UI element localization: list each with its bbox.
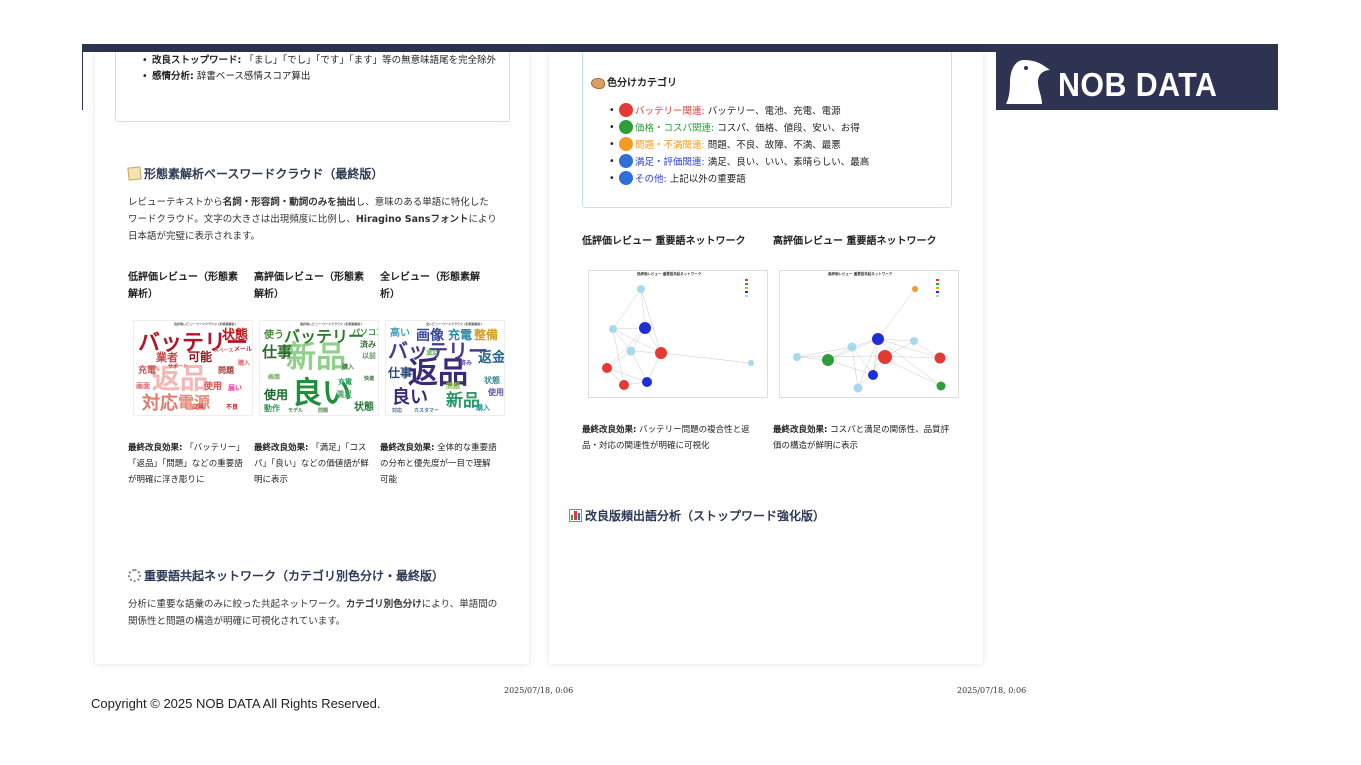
- network-description: 分析に重要な語彙のみに絞った共起ネットワーク。カテゴリ別色分けにより、単語間の関…: [128, 599, 498, 627]
- copyright: Copyright © 2025 NOB DATA All Rights Res…: [91, 696, 381, 711]
- stopword-item: 改良ストップワード: 「まし」「でし」「です」「ます」等の無意味語尾を完全除外: [142, 53, 502, 69]
- category-satisfaction: 満足・評価関連: 満足、良い、いい、素晴らしい、最高: [609, 154, 949, 171]
- blue-circle-icon: [619, 171, 633, 185]
- blue-circle-icon: [619, 154, 633, 168]
- network-icon: [128, 569, 141, 582]
- all-reviews-effect: 最終改良効果: 全体的な重要語の分布と優先度が一目で理解可能: [380, 443, 497, 485]
- low-rating-network-heading: 低評価レビュー 重要語ネットワーク: [582, 236, 746, 247]
- right-page-date: 2025/07/18, 0:06: [957, 686, 1027, 695]
- category-problem: 問題・不満関連: 問題、不良、故障、不満、最悪: [609, 137, 949, 154]
- document-page-left: 改良ストップワード: 「まし」「でし」「です」「ます」等の無意味語尾を完全除外 …: [95, 52, 529, 664]
- brand-logo: NOB DATA: [996, 44, 1278, 110]
- high-rating-network-heading: 高評価レビュー 重要語ネットワーク: [773, 236, 937, 247]
- low-rating-network-graph: 低評価レビュー 重要語共起ネットワーク: [588, 270, 768, 398]
- orange-circle-icon: [619, 137, 633, 151]
- green-circle-icon: [619, 120, 633, 134]
- header-divider: [82, 52, 83, 110]
- improvement-box: 改良ストップワード: 「まし」「でし」「です」「ます」等の無意味語尾を完全除外 …: [115, 52, 510, 122]
- high-rating-network-graph: 高評価レビュー 重要語共起ネットワーク: [779, 270, 959, 398]
- red-circle-icon: [619, 103, 633, 117]
- frequency-section-title: 改良版頻出語分析（ストップワード強化版）: [569, 507, 825, 524]
- all-reviews-wordcloud: 全レビュー ワードクラウド (形態素解析) バッテリー 返品 新品 画像 充電 …: [385, 320, 505, 416]
- category-other: その他: 上記以外の重要語: [609, 171, 949, 188]
- memo-icon: [127, 166, 142, 181]
- high-rating-network-effect: 最終改良効果: コスパと満足の関係性、品質評価の構造が鮮明に表示: [773, 425, 950, 451]
- low-rating-wordcloud: 低評価レビュー ワードクラウド (形態素解析) バッテリー 返品 対応 電源 状…: [133, 320, 253, 416]
- high-rating-wordcloud: 高評価レビュー ワードクラウド (形態素解析) 新品 良い バッテリー 仕事 使…: [259, 320, 379, 416]
- network-section-title: 重要語共起ネットワーク（カテゴリ別色分け・最終版）: [128, 567, 444, 584]
- network-caption: 低評価レビュー 重要語共起ネットワーク: [637, 272, 702, 276]
- bar-chart-icon: [569, 509, 582, 522]
- palette-icon: [591, 78, 605, 89]
- network-caption: 高評価レビュー 重要語共起ネットワーク: [828, 272, 893, 276]
- color-category-list: バッテリー関連: バッテリー、電池、充電、電源 価格・コスパ関連: コスパ、価格…: [609, 103, 949, 188]
- high-rating-effect: 最終改良効果: 「満足」「コスパ」「良い」などの価値語が鮮明に表示: [254, 443, 369, 485]
- low-rating-network-effect: 最終改良効果: バッテリー問題の複合性と返品・対応の関連性が明確に可視化: [582, 425, 750, 451]
- low-rating-cloud-heading: 低評価レビュー（形態素解析）: [128, 272, 238, 300]
- color-category-title: 色分けカテゴリ: [591, 75, 677, 92]
- all-reviews-cloud-heading: 全レビュー（形態素解析）: [380, 272, 480, 300]
- sentiment-item: 感情分析: 辞書ベース感情スコア算出: [142, 69, 502, 85]
- low-rating-effect: 最終改良効果: 「バッテリー」「返品」「問題」などの重要語が明確に浮き彫りに: [128, 443, 245, 485]
- left-page-date: 2025/07/18, 0:06: [504, 686, 574, 695]
- color-category-box: 色分けカテゴリ バッテリー関連: バッテリー、電池、充電、電源 価格・コスパ関連…: [582, 52, 952, 208]
- document-page-right: 色分けカテゴリ バッテリー関連: バッテリー、電池、充電、電源 価格・コスパ関連…: [549, 52, 983, 664]
- logo-text: NOB DATA: [1058, 66, 1218, 103]
- category-price: 価格・コスパ関連: コスパ、価格、値段、安い、お得: [609, 120, 949, 137]
- wordcloud-description: レビューテキストから名詞・形容詞・動詞のみを抽出し、意味のある単語に特化したワー…: [128, 197, 497, 242]
- wordcloud-section-title: 形態素解析ベースワードクラウド（最終版）: [127, 165, 383, 182]
- slide: { "brand": { "logo_text": "NOB DATA" }, …: [0, 0, 1361, 765]
- high-rating-cloud-heading: 高評価レビュー（形態素解析）: [254, 272, 364, 300]
- category-battery: バッテリー関連: バッテリー、電池、充電、電源: [609, 103, 949, 120]
- penguin-logo-icon: [1006, 60, 1050, 104]
